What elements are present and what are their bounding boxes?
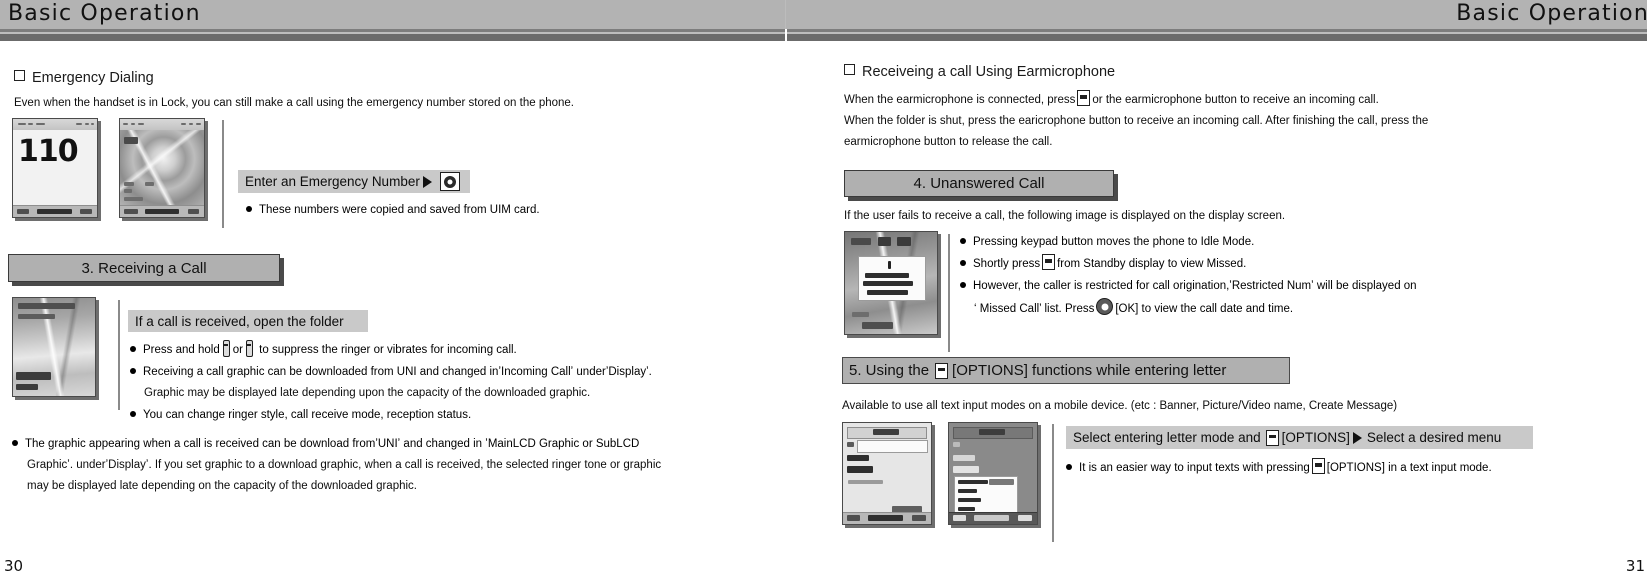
header-band-seam [785, 0, 786, 29]
phone-screen-body [13, 298, 95, 396]
phone-screenshot-options-menu [948, 422, 1038, 525]
unanswered-intro-text: If the user fails to receive a call, the… [844, 210, 1286, 222]
phone-screenshot-text-input [842, 422, 932, 525]
header-rule-seam [785, 29, 787, 41]
section-heading-emergency-dialing: Emergency Dialing [14, 70, 154, 86]
header-title-left: Basic Operation [8, 1, 201, 26]
ok-key-icon [1096, 298, 1114, 315]
instruction-bar-label: If a call is received, open the folder [135, 313, 344, 329]
phone-text-field [857, 440, 928, 454]
section-banner-label-post: [OPTIONS] functions while entering lette… [952, 362, 1227, 379]
section-heading-earmicrophone: Receiveing a call Using Earmicrophone [844, 64, 1115, 80]
instruction-bar-select-entering-letter-mode: Select entering letter mode and [OPTIONS… [1066, 426, 1533, 449]
vertical-divider [118, 300, 120, 410]
phone-screenshot-missed-call [844, 231, 938, 335]
bullet-dot-icon [130, 368, 136, 374]
bullet-dot-icon [130, 346, 136, 352]
instruction-bar-label-mid: [OPTIONS] [1281, 430, 1350, 445]
vertical-divider [948, 234, 950, 352]
bullet-dot-icon [960, 282, 966, 288]
section-banner-label: 3. Receiving a Call [81, 259, 207, 277]
unanswered-bullet-keypad: Pressing keypad button moves the phone t… [960, 232, 1254, 253]
phone-screen-body [949, 423, 1037, 524]
page-number-right: 31 [1625, 557, 1645, 575]
softkey-options-icon [1265, 429, 1279, 446]
softkey-options-icon [935, 362, 949, 379]
section-banner-label: 4. Unanswered Call [913, 175, 1045, 192]
square-bullet-icon [844, 64, 855, 75]
receiving-bullet-press-and-hold: Press and hold or to suppress the ringer … [130, 340, 517, 361]
receiving-bullet-call-graphic: Receiving a call graphic can be download… [130, 362, 652, 383]
arrow-right-icon [422, 175, 432, 188]
header-band [0, 0, 1647, 29]
phone-incoming-call-photo [13, 298, 95, 396]
phone-screen-body: 110 [13, 129, 97, 207]
side-key-icon [222, 340, 230, 357]
emergency-bullet-uim: These numbers were copied and saved from… [246, 200, 540, 221]
instruction-bar-enter-emergency-number: Enter an Emergency Number [238, 170, 470, 193]
receiving-bullet-ringer-style: You can change ringer style, call receiv… [130, 405, 471, 426]
bullet-dot-icon [1066, 464, 1072, 470]
vertical-divider [222, 120, 224, 228]
bullet-dot-icon [960, 260, 966, 266]
instruction-bar-label-pre: Select entering letter mode and [1073, 430, 1261, 445]
phone-softkey-bar [843, 511, 931, 524]
bullet-dot-icon [246, 206, 252, 212]
section-banner-label-pre: 5. Using the [849, 362, 930, 379]
page-number-left: 30 [4, 557, 24, 575]
earmicrophone-line-1: When the earmicrophone is connected, pre… [844, 90, 1379, 111]
phone-softkey-bar [949, 511, 1037, 524]
bullet-dot-icon [960, 238, 966, 244]
section-banner-unanswered-call: 4. Unanswered Call [844, 170, 1114, 197]
header-rule-thick [0, 34, 1647, 41]
phone-screen-body [120, 129, 204, 207]
arrow-right-icon [1352, 431, 1362, 444]
options-intro-text: Available to use all text input modes on… [842, 400, 1398, 412]
right-page-column: Receiveing a call Using Earmicrophone Wh… [838, 48, 1647, 568]
unanswered-bullet-shortly-press: Shortly press from Standby display to vie… [960, 254, 1246, 275]
options-bullet-easier-way: It is an easier way to input texts with … [1066, 458, 1492, 479]
softkey-options-icon [1042, 254, 1056, 270]
receiving-note-line-1: The graphic appearing when a call is rec… [12, 434, 639, 455]
phone-screen-body [843, 423, 931, 524]
unanswered-bullet-restricted-line-2: ‘ Missed Call’ list. Press [OK] to view t… [974, 298, 1293, 320]
phone-dialed-number: 110 [18, 134, 79, 170]
vertical-divider [1052, 424, 1054, 542]
phone-softkey-bar [13, 205, 97, 217]
softkey-options-icon [1077, 90, 1091, 106]
phone-screenshot-emergency-graphic [119, 118, 205, 218]
phone-screen-body [845, 232, 937, 334]
instruction-bar-open-folder: If a call is received, open the folder [128, 310, 368, 332]
instruction-bar-label: Enter an Emergency Number [245, 174, 420, 189]
unanswered-bullet-restricted-line-1: However, the caller is restricted for ca… [960, 276, 1417, 297]
instruction-bar-label-post: Select a desired menu [1366, 430, 1502, 445]
square-bullet-icon [14, 70, 25, 81]
bullet-dot-icon [12, 440, 18, 446]
section-banner-options-functions: 5. Using the [OPTIONS] functions while e… [842, 357, 1290, 384]
phone-softkey-bar [120, 205, 204, 217]
bullet-dot-icon [130, 411, 136, 417]
emergency-intro-text: Even when the handset is in Lock, you ca… [14, 97, 574, 109]
page-header: Basic Operation Basic Operation [0, 0, 1647, 41]
receiving-note-line-2: Graphicʼ. underʼDisplayʼ. If you set gra… [27, 459, 662, 471]
section-banner-receiving-a-call: 3. Receiving a Call [8, 254, 280, 282]
side-key-icon [245, 340, 253, 357]
receiving-continuation-text: Graphic may be displayed late depending … [144, 387, 591, 399]
earmicrophone-line-2: When the folder is shut, press the earic… [844, 115, 1429, 127]
send-key-icon [439, 172, 460, 191]
header-title-right: Basic Operation [1456, 1, 1647, 26]
receiving-note-line-3: may be displayed late depending on the c… [27, 480, 417, 492]
phone-screenshot-emergency-number: 110 [12, 118, 98, 218]
softkey-options-icon [1311, 458, 1325, 474]
earmicrophone-line-3: earmicrophone button to release the call… [844, 136, 1053, 148]
left-page-column: Emergency Dialing Even when the handset … [0, 48, 790, 568]
phone-screenshot-incoming-call [12, 297, 96, 397]
